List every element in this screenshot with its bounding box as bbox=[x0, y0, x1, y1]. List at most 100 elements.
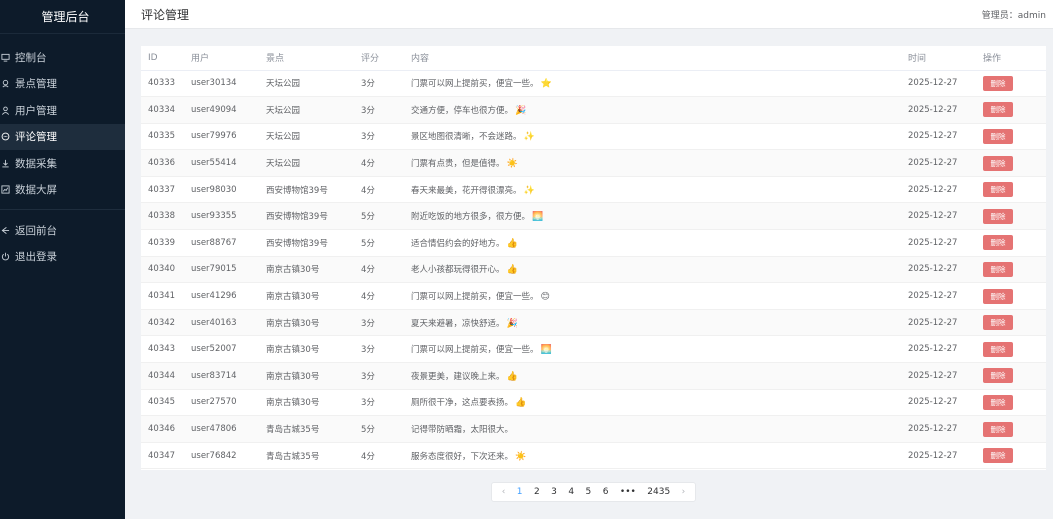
chart-icon bbox=[0, 185, 13, 194]
cell-score: 4分 bbox=[361, 442, 411, 470]
monitor-icon bbox=[0, 53, 13, 62]
cell-id: 40338 bbox=[141, 202, 191, 231]
column-header-content[interactable]: 内容 bbox=[411, 46, 908, 71]
column-header-action: 操作 bbox=[983, 46, 1046, 71]
sidebar-item-label: 用户管理 bbox=[15, 104, 57, 117]
delete-button[interactable]: 删除 bbox=[983, 155, 1013, 171]
column-header-score[interactable]: 评分 bbox=[361, 46, 411, 71]
cell-spot: 西安博物馆39号 bbox=[266, 229, 361, 257]
sidebar-item-data-collect[interactable]: 数据采集 bbox=[0, 150, 125, 177]
comment-icon bbox=[0, 132, 13, 141]
cell-time: 2025-12-27 bbox=[908, 149, 983, 177]
cell-time: 2025-12-27 bbox=[908, 176, 983, 204]
delete-button[interactable]: 删除 bbox=[983, 261, 1013, 277]
cell-user: user79015 bbox=[191, 256, 266, 284]
cell-action: 删除 bbox=[983, 70, 1046, 98]
delete-button[interactable]: 删除 bbox=[983, 315, 1013, 331]
cell-spot: 青岛古城35号 bbox=[266, 442, 361, 470]
sidebar-item-label: 数据采集 bbox=[15, 157, 57, 170]
delete-button[interactable]: 删除 bbox=[983, 448, 1013, 464]
delete-button[interactable]: 删除 bbox=[983, 128, 1013, 144]
cell-spot: 南京古镇30号 bbox=[266, 362, 361, 390]
table-row: 40336 user55414 天坛公园 4分 门票有点贵，但是值得。 ☀️ 2025-12… bbox=[141, 149, 1046, 177]
column-header-user[interactable]: 用户 bbox=[191, 46, 266, 71]
page-button-6[interactable]: 6 bbox=[603, 487, 609, 497]
cell-time: 2025-12-27 bbox=[908, 229, 983, 257]
cell-spot: 青岛古城35号 bbox=[266, 415, 361, 443]
page-button-1[interactable]: 1 bbox=[517, 487, 523, 497]
page-button-4[interactable]: 4 bbox=[568, 487, 574, 497]
delete-button[interactable]: 删除 bbox=[983, 208, 1013, 224]
cell-score: 3分 bbox=[361, 309, 411, 337]
sidebar-item-label: 评论管理 bbox=[15, 131, 57, 144]
sidebar-item-back-front[interactable]: 返回前台 bbox=[0, 217, 125, 244]
cell-action: 删除 bbox=[983, 442, 1046, 470]
sidebar-item-logout[interactable]: 退出登录 bbox=[0, 244, 125, 271]
sidebar-item-spots[interactable]: 景点管理 bbox=[0, 71, 125, 98]
delete-button[interactable]: 删除 bbox=[983, 421, 1013, 437]
nav-divider bbox=[0, 209, 125, 210]
sidebar-item-big-screen[interactable]: 数据大屏 bbox=[0, 177, 125, 204]
content-text: 厕所很干净，这点要表扬。 bbox=[411, 398, 514, 409]
column-header-spot[interactable]: 景点 bbox=[266, 46, 361, 71]
content-emoji: ✨ bbox=[523, 185, 535, 196]
prev-page-button[interactable]: ‹ bbox=[502, 487, 506, 497]
page-button-2[interactable]: 2 bbox=[534, 487, 540, 497]
delete-button[interactable]: 删除 bbox=[983, 341, 1013, 357]
user-icon bbox=[0, 106, 13, 115]
content-text: 门票可以网上提前买，便宜一些。 bbox=[411, 79, 539, 90]
cell-user: user47806 bbox=[191, 415, 266, 443]
cell-score: 4分 bbox=[361, 256, 411, 284]
page-button-5[interactable]: 5 bbox=[586, 487, 592, 497]
content-emoji: 👍 bbox=[506, 371, 518, 382]
cell-score: 5分 bbox=[361, 415, 411, 443]
content-text: 夜景更美，建议晚上来。 bbox=[411, 371, 505, 382]
content-text: 附近吃饭的地方很多，很方便。 bbox=[411, 212, 531, 223]
delete-button[interactable]: 删除 bbox=[983, 75, 1013, 91]
pagination: ‹ 1 2 3 4 5 6 ••• 2435 › bbox=[491, 482, 696, 502]
cell-spot: 南京古镇30号 bbox=[266, 309, 361, 337]
page-button-3[interactable]: 3 bbox=[551, 487, 557, 497]
cell-content: 适合情侣约会的好地方。 👍 bbox=[411, 229, 908, 257]
delete-button[interactable]: 删除 bbox=[983, 182, 1013, 198]
content-text: 适合情侣约会的好地方。 bbox=[411, 238, 505, 249]
content-text: 老人小孩都玩得很开心。 bbox=[411, 265, 505, 276]
cell-user: user98030 bbox=[191, 176, 266, 204]
sidebar-item-dashboard[interactable]: 控制台 bbox=[0, 44, 125, 71]
cell-user: user30134 bbox=[191, 70, 266, 98]
cell-action: 删除 bbox=[983, 176, 1046, 204]
column-header-id[interactable]: ID bbox=[141, 46, 191, 71]
delete-button[interactable]: 删除 bbox=[983, 235, 1013, 251]
cell-time: 2025-12-27 bbox=[908, 70, 983, 98]
sidebar-item-label: 返回前台 bbox=[15, 224, 57, 237]
delete-button[interactable]: 删除 bbox=[983, 288, 1013, 304]
cell-spot: 西安博物馆39号 bbox=[266, 202, 361, 231]
content-emoji: ☀️ bbox=[506, 159, 518, 170]
cell-spot: 南京古镇30号 bbox=[266, 335, 361, 364]
location-icon bbox=[0, 79, 13, 88]
cell-content: 交通方便，停车也很方便。 🎉 bbox=[411, 96, 908, 124]
delete-button[interactable]: 删除 bbox=[983, 368, 1013, 384]
cell-id: 40335 bbox=[141, 123, 191, 151]
table-body: 40333 user30134 天坛公园 3分 门票可以网上提前买，便宜一些。 ⭐ 2025… bbox=[141, 70, 1046, 470]
cell-score: 4分 bbox=[361, 176, 411, 204]
cell-content: 门票可以网上提前买，便宜一些。 😊 bbox=[411, 282, 908, 310]
next-page-button[interactable]: › bbox=[682, 487, 686, 497]
cell-content: 附近吃饭的地方很多，很方便。 🌅 bbox=[411, 202, 908, 231]
cell-content: 服务态度很好，下次还来。 ☀️ bbox=[411, 442, 908, 470]
page-button-last[interactable]: 2435 bbox=[647, 487, 670, 497]
cell-time: 2025-12-27 bbox=[908, 415, 983, 443]
cell-spot: 南京古镇30号 bbox=[266, 256, 361, 284]
delete-button[interactable]: 删除 bbox=[983, 394, 1013, 410]
sidebar-item-comments[interactable]: 评论管理 bbox=[0, 123, 125, 150]
column-header-time[interactable]: 时间 bbox=[908, 46, 983, 71]
delete-button[interactable]: 删除 bbox=[983, 102, 1013, 118]
cell-score: 4分 bbox=[361, 282, 411, 310]
cell-content: 门票可以网上提前买，便宜一些。 🌅 bbox=[411, 335, 908, 364]
cell-id: 40337 bbox=[141, 176, 191, 204]
sidebar-item-users[interactable]: 用户管理 bbox=[0, 97, 125, 124]
table-row: 40343 user52007 南京古镇30号 3分 门票可以网上提前买，便宜一些。 🌅 2… bbox=[141, 335, 1046, 364]
content-emoji: 🎉 bbox=[506, 318, 518, 329]
page-ellipsis[interactable]: ••• bbox=[620, 487, 636, 497]
cell-content: 老人小孩都玩得很开心。 👍 bbox=[411, 256, 908, 284]
